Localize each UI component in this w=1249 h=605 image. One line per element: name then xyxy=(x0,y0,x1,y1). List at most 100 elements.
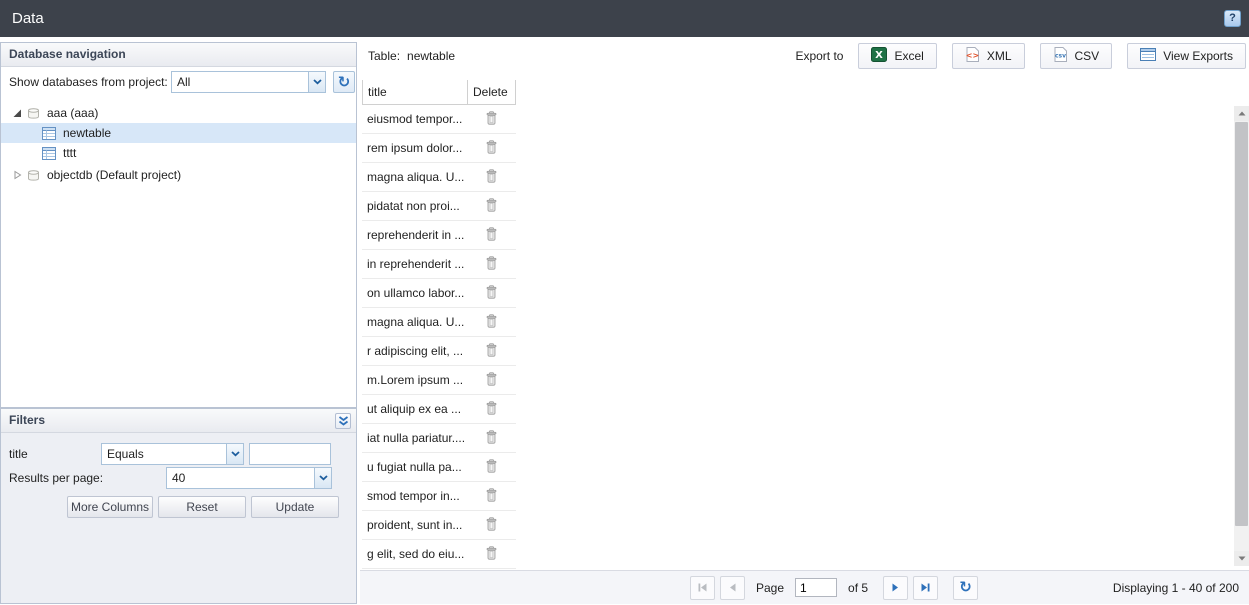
more-columns-button[interactable]: More Columns xyxy=(67,496,153,518)
table-row[interactable]: reprehenderit in ... xyxy=(362,221,516,250)
row-title-cell[interactable]: g elit, sed do eiu... xyxy=(362,547,467,561)
filter-value-input[interactable] xyxy=(249,443,331,465)
export-xml-button[interactable]: <> XML xyxy=(952,43,1025,69)
prev-page-button[interactable] xyxy=(720,576,745,600)
operator-value[interactable]: Equals xyxy=(101,443,226,465)
table-row[interactable]: g elit, sed do eiu... xyxy=(362,540,516,569)
trash-icon[interactable] xyxy=(485,430,498,447)
row-delete-cell[interactable] xyxy=(467,488,516,505)
results-per-page-combo[interactable]: 40 xyxy=(166,467,332,489)
table-row[interactable]: magna aliqua. U... xyxy=(362,308,516,337)
row-delete-cell[interactable] xyxy=(467,546,516,563)
table-row[interactable]: u fugiat nulla pa... xyxy=(362,453,516,482)
row-delete-cell[interactable] xyxy=(467,256,516,273)
tree-node-label[interactable]: aaa (aaa) xyxy=(47,106,98,120)
export-csv-button[interactable]: csv CSV xyxy=(1040,43,1113,69)
table-row[interactable]: in reprehenderit ... xyxy=(362,250,516,279)
row-delete-cell[interactable] xyxy=(467,198,516,215)
trash-icon[interactable] xyxy=(485,111,498,128)
trash-icon[interactable] xyxy=(485,198,498,215)
update-button[interactable]: Update xyxy=(251,496,339,518)
view-exports-button[interactable]: View Exports xyxy=(1127,43,1246,69)
row-title-cell[interactable]: u fugiat nulla pa... xyxy=(362,460,467,474)
column-header-title[interactable]: title xyxy=(362,80,467,104)
tree-node-label[interactable]: newtable xyxy=(63,126,111,140)
table-row[interactable]: proident, sunt in... xyxy=(362,511,516,540)
tree-node-newtable[interactable]: newtable xyxy=(1,123,356,143)
row-delete-cell[interactable] xyxy=(467,372,516,389)
row-delete-cell[interactable] xyxy=(467,459,516,476)
row-delete-cell[interactable] xyxy=(467,517,516,534)
trash-icon[interactable] xyxy=(485,343,498,360)
trash-icon[interactable] xyxy=(485,169,498,186)
trash-icon[interactable] xyxy=(485,488,498,505)
row-delete-cell[interactable] xyxy=(467,285,516,302)
refresh-grid-button[interactable]: ↻ xyxy=(953,576,978,600)
tree-node-tttt[interactable]: tttt xyxy=(1,143,356,163)
table-row[interactable]: iat nulla pariatur.... xyxy=(362,424,516,453)
chevron-down-icon[interactable] xyxy=(226,443,244,465)
row-title-cell[interactable]: pidatat non proi... xyxy=(362,199,467,213)
table-row[interactable]: m.Lorem ipsum ... xyxy=(362,366,516,395)
row-title-cell[interactable]: smod tempor in... xyxy=(362,489,467,503)
row-title-cell[interactable]: r adipiscing elit, ... xyxy=(362,344,467,358)
trash-icon[interactable] xyxy=(485,546,498,563)
row-title-cell[interactable]: m.Lorem ipsum ... xyxy=(362,373,467,387)
chevron-down-icon[interactable] xyxy=(308,71,326,93)
table-row[interactable]: smod tempor in... xyxy=(362,482,516,511)
table-row[interactable]: ut aliquip ex ea ... xyxy=(362,395,516,424)
operator-combo[interactable]: Equals xyxy=(101,443,244,465)
trash-icon[interactable] xyxy=(485,285,498,302)
table-row[interactable]: rem ipsum dolor... xyxy=(362,134,516,163)
reset-button[interactable]: Reset xyxy=(158,496,246,518)
scroll-down-icon[interactable] xyxy=(1234,551,1249,566)
row-title-cell[interactable]: ut aliquip ex ea ... xyxy=(362,402,467,416)
first-page-button[interactable] xyxy=(690,576,715,600)
trash-icon[interactable] xyxy=(485,372,498,389)
row-delete-cell[interactable] xyxy=(467,111,516,128)
export-excel-button[interactable]: X Excel xyxy=(858,43,936,69)
tree-expanded-icon[interactable] xyxy=(9,108,25,118)
tree-node-aaa[interactable]: aaa (aaa) xyxy=(1,103,356,123)
row-title-cell[interactable]: in reprehenderit ... xyxy=(362,257,467,271)
results-per-page-value[interactable]: 40 xyxy=(166,467,314,489)
trash-icon[interactable] xyxy=(485,140,498,157)
row-title-cell[interactable]: iat nulla pariatur.... xyxy=(362,431,467,445)
row-title-cell[interactable]: magna aliqua. U... xyxy=(362,315,467,329)
table-row[interactable]: r adipiscing elit, ... xyxy=(362,337,516,366)
last-page-button[interactable] xyxy=(913,576,938,600)
table-row[interactable]: on ullamco labor... xyxy=(362,279,516,308)
table-row[interactable]: eiusmod tempor... xyxy=(362,105,516,134)
row-delete-cell[interactable] xyxy=(467,227,516,244)
table-row[interactable]: pidatat non proi... xyxy=(362,192,516,221)
trash-icon[interactable] xyxy=(485,517,498,534)
row-delete-cell[interactable] xyxy=(467,314,516,331)
trash-icon[interactable] xyxy=(485,256,498,273)
refresh-databases-button[interactable]: ↻ xyxy=(333,71,355,93)
trash-icon[interactable] xyxy=(485,401,498,418)
row-title-cell[interactable]: proident, sunt in... xyxy=(362,518,467,532)
tree-collapsed-icon[interactable] xyxy=(9,170,25,180)
scrollbar-thumb[interactable] xyxy=(1235,122,1248,526)
tree-node-label[interactable]: tttt xyxy=(63,146,76,160)
help-icon[interactable]: ? xyxy=(1224,10,1241,27)
row-delete-cell[interactable] xyxy=(467,140,516,157)
row-title-cell[interactable]: on ullamco labor... xyxy=(362,286,467,300)
trash-icon[interactable] xyxy=(485,314,498,331)
row-delete-cell[interactable] xyxy=(467,430,516,447)
tree-node-objectdb[interactable]: objectdb (Default project) xyxy=(1,165,356,185)
row-title-cell[interactable]: eiusmod tempor... xyxy=(362,112,467,126)
trash-icon[interactable] xyxy=(485,459,498,476)
row-delete-cell[interactable] xyxy=(467,169,516,186)
row-title-cell[interactable]: magna aliqua. U... xyxy=(362,170,467,184)
row-delete-cell[interactable] xyxy=(467,401,516,418)
row-delete-cell[interactable] xyxy=(467,343,516,360)
trash-icon[interactable] xyxy=(485,227,498,244)
page-number-input[interactable] xyxy=(795,578,837,597)
vertical-scrollbar[interactable] xyxy=(1234,106,1249,566)
next-page-button[interactable] xyxy=(883,576,908,600)
project-filter-value[interactable]: All xyxy=(171,71,308,93)
column-header-delete[interactable]: Delete xyxy=(467,80,516,104)
collapse-panel-icon[interactable] xyxy=(335,413,351,429)
tree-node-label[interactable]: objectdb (Default project) xyxy=(47,168,181,182)
